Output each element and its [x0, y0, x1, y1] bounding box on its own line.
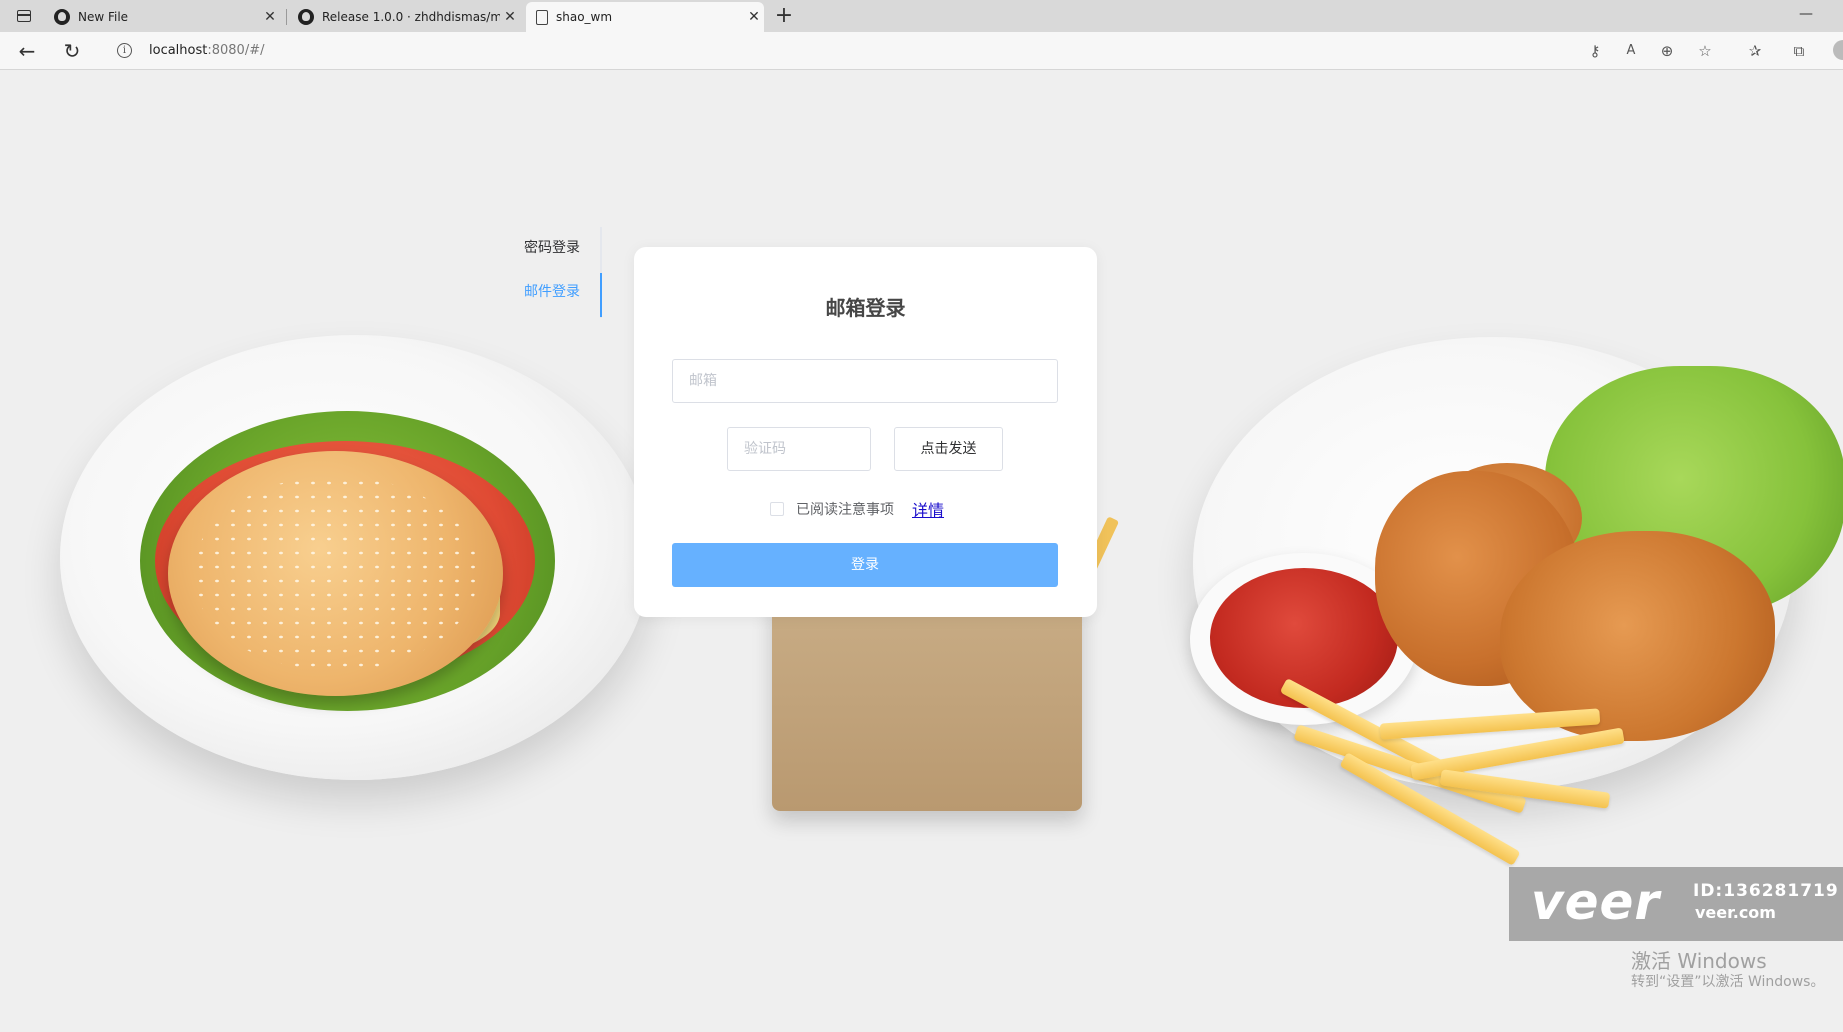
browser-tab-shao-wm[interactable]: shao_wm ✕	[526, 2, 764, 32]
add-favorite-icon[interactable]: ☆	[1694, 40, 1716, 62]
tab-title: New File	[78, 10, 129, 24]
agreement-checkbox[interactable]	[770, 502, 784, 516]
browser-tab-new-file[interactable]: New File ✕	[44, 2, 280, 32]
close-tab-icon[interactable]: ✕	[260, 9, 280, 25]
tab-separator	[286, 9, 287, 25]
card-title: 邮箱登录	[825, 296, 906, 320]
agreement-label: 已阅读注意事项	[796, 502, 894, 518]
close-tab-icon[interactable]: ✕	[500, 9, 520, 25]
github-icon	[298, 9, 314, 25]
stock-watermark: veer ID:136281719 veer.com	[1509, 867, 1843, 941]
tab-title: Release 1.0.0 · zhdhdismas/musi	[322, 10, 500, 24]
tab-email-login[interactable]: 邮件登录	[524, 281, 580, 301]
login-button[interactable]: 登录	[672, 543, 1058, 587]
minimize-button[interactable]: —	[1799, 6, 1813, 22]
zoom-icon[interactable]: ⊕	[1656, 40, 1678, 62]
send-code-button[interactable]: 点击发送	[894, 427, 1003, 471]
veer-logo: veer	[1531, 873, 1661, 931]
windows-activation-title: 激活 Windows	[1631, 949, 1767, 973]
fries-box-image	[772, 591, 1082, 811]
tab-title: shao_wm	[556, 10, 613, 24]
email-login-card: 邮箱登录 邮箱 验证码 点击发送 已阅读注意事项 详情 登录	[634, 247, 1097, 617]
email-input[interactable]: 邮箱	[672, 359, 1058, 403]
github-icon	[54, 9, 70, 25]
url-host: localhost	[149, 43, 208, 58]
agreement-row: 已阅读注意事项 详情	[770, 497, 944, 521]
read-aloud-icon[interactable]: A	[1620, 40, 1642, 62]
key-icon[interactable]: ⚷	[1584, 40, 1606, 62]
details-link[interactable]: 详情	[912, 497, 944, 521]
page-icon	[536, 9, 548, 25]
verification-code-input[interactable]: 验证码	[727, 427, 871, 471]
tab-password-login[interactable]: 密码登录	[524, 237, 580, 257]
favorites-icon[interactable]: ✰	[1744, 40, 1766, 62]
url-field[interactable]: localhost:8080/#/	[149, 43, 264, 58]
page-content: 密码登录 邮件登录 邮箱登录 邮箱 验证码 点击发送 已阅读注意事项 详情 登录…	[0, 71, 1843, 1032]
browser-tab-release[interactable]: Release 1.0.0 · zhdhdismas/musi ✕	[288, 2, 520, 32]
french-fries-image	[1270, 677, 1630, 866]
new-tab-button[interactable]: +	[772, 2, 796, 30]
collections-icon[interactable]: ⧉	[1788, 40, 1810, 62]
watermark-id: ID:136281719	[1693, 881, 1839, 901]
active-tab-indicator	[600, 273, 602, 317]
address-bar: ← ↻ i localhost:8080/#/ ⚷ A ⊕ ☆ ✰ ⧉	[0, 32, 1843, 70]
tab-actions-icon[interactable]	[10, 6, 38, 26]
windows-activation-hint: 转到“设置”以激活 Windows。	[1631, 974, 1825, 990]
burger-bun-image	[168, 451, 503, 696]
site-info-icon[interactable]: i	[117, 43, 132, 58]
back-arrow-icon[interactable]: ←	[13, 38, 41, 64]
close-tab-icon[interactable]: ✕	[744, 9, 764, 25]
watermark-site: veer.com	[1695, 903, 1776, 922]
refresh-icon[interactable]: ↻	[58, 38, 86, 64]
login-method-tabs: 密码登录 邮件登录	[480, 227, 602, 318]
url-path: :8080/#/	[207, 43, 265, 58]
browser-tab-bar: New File ✕ Release 1.0.0 · zhdhdismas/mu…	[0, 0, 1843, 32]
